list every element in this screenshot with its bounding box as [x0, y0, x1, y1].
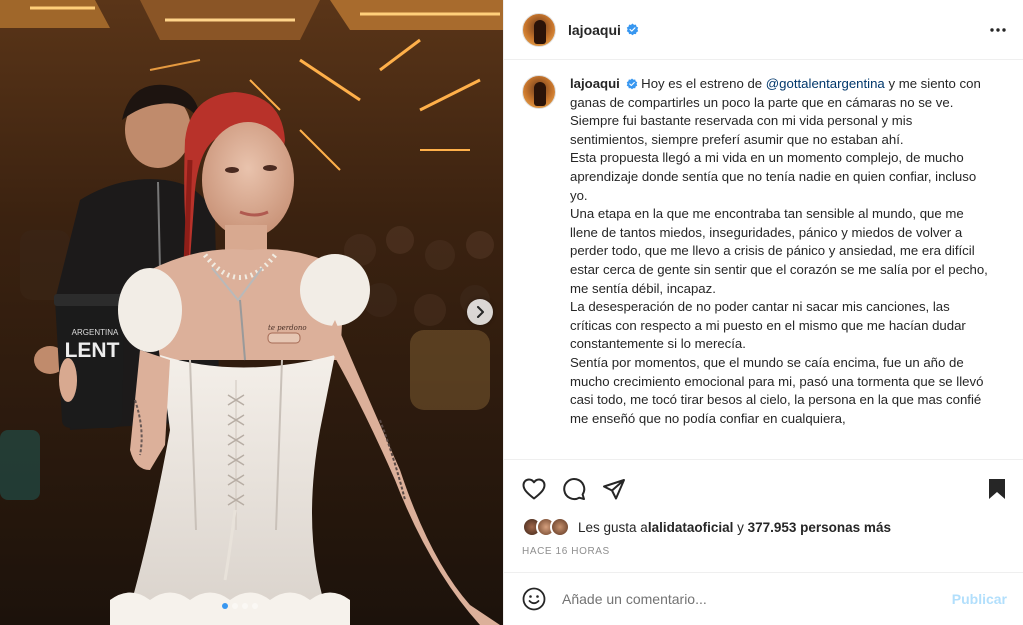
- comment-box: Publicar: [504, 572, 1023, 625]
- liker-avatars: [522, 517, 570, 537]
- caption-paragraph: Esta propuesta llegó a mi vida en un mom…: [570, 150, 977, 203]
- post-photo: ARGENTINA LENT te perdono: [0, 0, 503, 625]
- likes-prefix: Les gusta a: [578, 519, 648, 535]
- caption-section: lajoaqui Hoy es el estreno de @gottalent…: [504, 61, 1023, 459]
- caption-paragraph: La desesperación de no poder cantar ni s…: [570, 299, 966, 352]
- share-icon[interactable]: [602, 477, 626, 501]
- bookmark-icon[interactable]: [987, 478, 1007, 500]
- caption-mention[interactable]: @gottalentargentina: [766, 76, 885, 91]
- emoji-icon[interactable]: [522, 587, 546, 611]
- chevron-right-icon: [477, 306, 484, 318]
- post-header: lajoaqui: [504, 0, 1023, 60]
- author-username[interactable]: lajoaqui: [568, 22, 621, 38]
- caption-avatar[interactable]: [522, 75, 556, 109]
- svg-text:ARGENTINA: ARGENTINA: [72, 328, 119, 337]
- svg-text:LENT: LENT: [65, 339, 120, 362]
- caption-username[interactable]: lajoaqui: [570, 76, 620, 91]
- post-side-panel: lajoaqui lajoaqui Hoy es el estreno de @…: [503, 0, 1023, 625]
- avatar: [550, 517, 570, 537]
- carousel-dot: [222, 603, 228, 609]
- comment-input[interactable]: [562, 591, 952, 607]
- heart-icon[interactable]: [522, 478, 546, 500]
- likes-summary: Les gusta a lalidataoficial y 377.953 pe…: [522, 517, 891, 537]
- author-avatar[interactable]: [522, 12, 556, 47]
- likes-middle: y: [733, 519, 748, 535]
- post-caption: lajoaqui Hoy es el estreno de @gottalent…: [570, 75, 990, 459]
- comment-icon[interactable]: [562, 477, 586, 501]
- liker-username[interactable]: lalidataoficial: [648, 520, 734, 535]
- carousel-dot: [252, 603, 258, 609]
- carousel-indicator: [222, 603, 258, 609]
- caption-intro: Hoy es el estreno de: [637, 76, 766, 91]
- verified-badge-icon: [626, 23, 639, 36]
- more-options-icon[interactable]: [989, 27, 1007, 33]
- action-bar: [504, 459, 1023, 517]
- caption-paragraph: Sentía por momentos, que el mundo se caí…: [570, 354, 984, 426]
- caption-paragraph: Siempre fui bastante reservada con mi vi…: [570, 113, 913, 147]
- carousel-dot: [232, 603, 238, 609]
- carousel-next-button[interactable]: [467, 299, 493, 325]
- post-timestamp[interactable]: HACE 16 HORAS: [522, 546, 610, 557]
- likes-count[interactable]: 377.953 personas más: [748, 520, 891, 535]
- verified-badge-icon: [626, 78, 638, 90]
- svg-text:te perdono: te perdono: [268, 324, 307, 332]
- publish-button[interactable]: Publicar: [952, 591, 1007, 607]
- carousel-dot: [242, 603, 248, 609]
- caption-paragraph: Una etapa en la que me encontraba tan se…: [570, 206, 988, 296]
- post-media[interactable]: ARGENTINA LENT te perdono: [0, 0, 503, 625]
